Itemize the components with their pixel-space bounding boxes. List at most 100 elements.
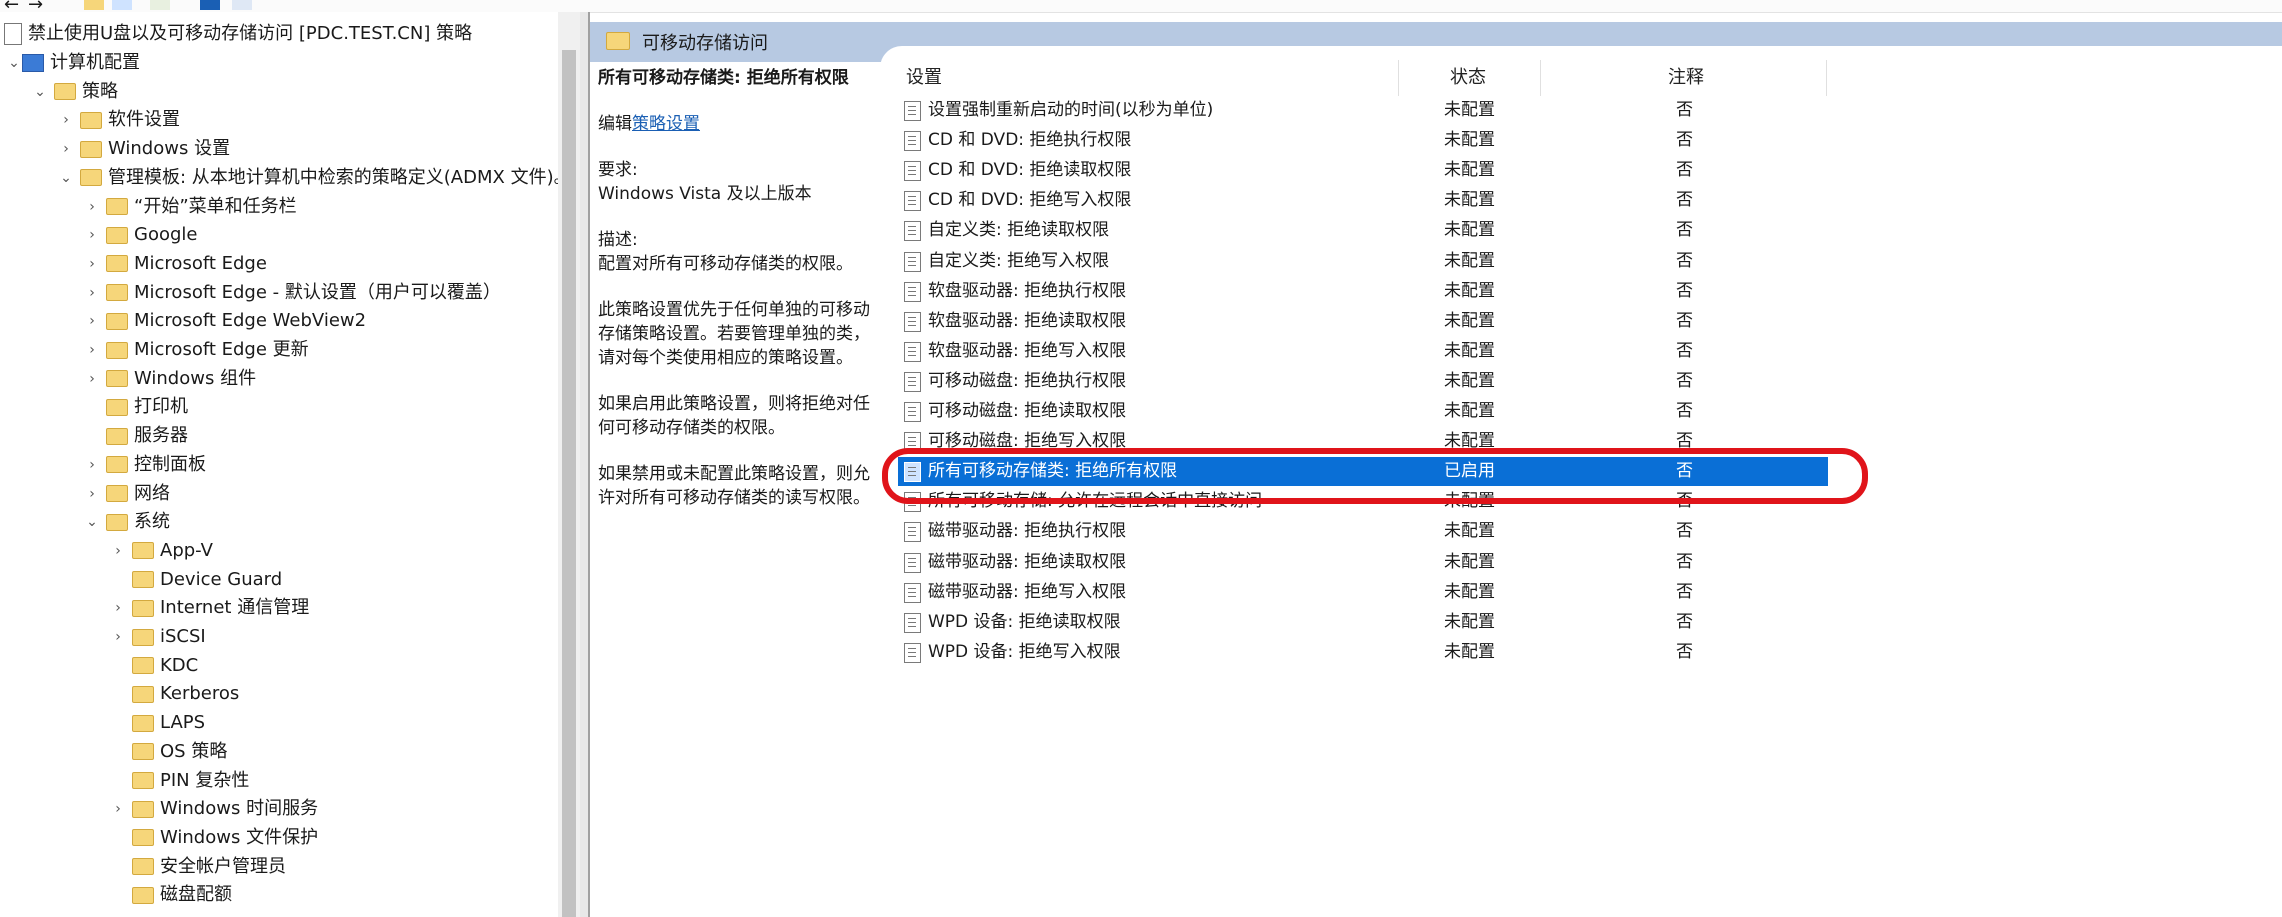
column-separator[interactable]	[1826, 60, 1827, 96]
folder-up-icon[interactable]	[84, 0, 104, 10]
tree-item[interactable]: 服务器	[84, 422, 188, 450]
tree-item[interactable]: › 软件设置	[58, 106, 180, 134]
tree-root[interactable]: 禁止使用U盘以及可移动存储访问 [PDC.TEST.CN] 策略	[4, 20, 472, 48]
chevron-right-icon[interactable]: ›	[58, 106, 74, 134]
tree-item[interactable]: ⌄ 计算机配置	[6, 49, 140, 77]
tree-item[interactable]: OS 策略	[110, 738, 227, 766]
table-row[interactable]: 设置强制重新启动的时间(以秒为单位) 未配置 否	[898, 96, 1828, 125]
tree-item[interactable]: › Google	[84, 221, 197, 249]
table-row[interactable]: 磁带驱动器: 拒绝执行权限 未配置 否	[898, 517, 1828, 546]
column-separator[interactable]	[1398, 60, 1399, 96]
tree-item[interactable]: › Microsoft Edge	[84, 250, 267, 278]
tree-item[interactable]: › Microsoft Edge 更新	[84, 336, 308, 364]
table-row[interactable]: 可移动磁盘: 拒绝读取权限 未配置 否	[898, 397, 1828, 426]
show-hide-tree-icon[interactable]	[112, 0, 132, 10]
chevron-right-icon[interactable]: ›	[110, 537, 126, 565]
table-row[interactable]: WPD 设备: 拒绝写入权限 未配置 否	[898, 638, 1828, 667]
chevron-right-icon[interactable]: ›	[84, 451, 100, 479]
column-separator[interactable]	[1540, 60, 1541, 96]
tree-item[interactable]: › App-V	[110, 537, 213, 565]
tree-item[interactable]: › Windows 组件	[84, 365, 256, 393]
tree-item-label: LAPS	[160, 712, 206, 734]
setting-state: 未配置	[1444, 551, 1495, 572]
chevron-right-icon[interactable]: ›	[110, 795, 126, 823]
chevron-right-icon[interactable]: ›	[84, 279, 100, 307]
table-row[interactable]: 自定义类: 拒绝写入权限 未配置 否	[898, 247, 1828, 276]
description-value: 配置对所有可移动存储类的权限。	[598, 254, 853, 274]
tree-item[interactable]: › Internet 通信管理	[110, 594, 309, 622]
tree-item-label: App-V	[160, 539, 213, 561]
tree-item[interactable]: LAPS	[110, 709, 205, 737]
tree-item[interactable]: › “开始”菜单和任务栏	[84, 193, 296, 221]
table-row[interactable]: 磁带驱动器: 拒绝写入权限 未配置 否	[898, 578, 1828, 607]
chevron-down-icon[interactable]: ⌄	[84, 508, 100, 536]
table-row[interactable]: 软盘驱动器: 拒绝读取权限 未配置 否	[898, 307, 1828, 336]
chevron-right-icon[interactable]: ›	[84, 365, 100, 393]
table-row[interactable]: 磁带驱动器: 拒绝读取权限 未配置 否	[898, 548, 1828, 577]
chevron-right-icon[interactable]: ›	[84, 221, 100, 249]
setting-state: 未配置	[1444, 340, 1495, 361]
tree-item[interactable]: 安全帐户管理员	[110, 853, 286, 881]
chevron-right-icon[interactable]: ›	[110, 594, 126, 622]
edit-policy-link[interactable]: 策略设置	[632, 114, 700, 134]
tree-item[interactable]: PIN 复杂性	[110, 767, 249, 795]
help-icon[interactable]	[200, 0, 220, 10]
tree-item[interactable]: ⌄ 策略	[32, 78, 118, 106]
tree-item[interactable]: 打印机	[84, 393, 188, 421]
setting-state: 未配置	[1444, 581, 1495, 602]
chevron-down-icon[interactable]: ⌄	[32, 78, 48, 106]
table-row[interactable]: 自定义类: 拒绝读取权限 未配置 否	[898, 216, 1828, 245]
chevron-right-icon[interactable]: ›	[84, 250, 100, 278]
tree-item[interactable]: ⌄ 系统	[84, 508, 170, 536]
setting-name: 软盘驱动器: 拒绝写入权限	[928, 340, 1127, 361]
setting-note: 否	[1676, 250, 1693, 271]
export-list-icon[interactable]	[150, 0, 170, 10]
tree-item-label: Device Guard	[160, 568, 283, 590]
tree-scrollbar-thumb[interactable]	[562, 50, 576, 917]
setting-name: 可移动磁盘: 拒绝执行权限	[928, 370, 1127, 391]
tree-item-label: Kerberos	[160, 683, 240, 705]
chevron-right-icon[interactable]: ›	[84, 307, 100, 335]
column-header-note[interactable]: 注释	[1668, 60, 1704, 96]
tree-item[interactable]: › 控制面板	[84, 451, 206, 479]
chevron-right-icon[interactable]: ›	[84, 193, 100, 221]
tree-item[interactable]: › Windows 设置	[58, 135, 230, 163]
policy-setting-icon	[904, 341, 921, 362]
properties-icon[interactable]	[232, 0, 252, 10]
tree-item[interactable]: › Windows 时间服务	[110, 795, 318, 823]
column-header-setting[interactable]: 设置	[906, 60, 942, 96]
tree-item[interactable]: ⌄ 管理模板: 从本地计算机中检索的策略定义(ADMX 文件)。	[58, 164, 558, 192]
chevron-right-icon[interactable]: ›	[110, 623, 126, 651]
table-row[interactable]: CD 和 DVD: 拒绝读取权限 未配置 否	[898, 156, 1828, 185]
tree-item[interactable]: 磁盘配额	[110, 881, 232, 909]
chevron-right-icon[interactable]: ›	[58, 135, 74, 163]
tree-item[interactable]: Kerberos	[110, 680, 239, 708]
back-arrow-icon[interactable]: ←	[4, 0, 24, 15]
table-row[interactable]: 软盘驱动器: 拒绝写入权限 未配置 否	[898, 337, 1828, 366]
tree-item[interactable]: › iSCSI	[110, 623, 206, 651]
chevron-down-icon[interactable]: ⌄	[58, 164, 74, 192]
table-row[interactable]: CD 和 DVD: 拒绝执行权限 未配置 否	[898, 126, 1828, 155]
table-row[interactable]: WPD 设备: 拒绝读取权限 未配置 否	[898, 608, 1828, 637]
table-row[interactable]: CD 和 DVD: 拒绝写入权限 未配置 否	[898, 186, 1828, 215]
table-row[interactable]: 可移动磁盘: 拒绝执行权限 未配置 否	[898, 367, 1828, 396]
column-header-state[interactable]: 状态	[1450, 60, 1486, 96]
chevron-right-icon[interactable]: ›	[84, 336, 100, 364]
tree-item[interactable]: Windows 文件保护	[110, 824, 318, 852]
tree-item[interactable]: › Microsoft Edge WebView2	[84, 307, 366, 335]
chevron-down-icon[interactable]: ⌄	[6, 49, 22, 77]
table-row[interactable]: 软盘驱动器: 拒绝执行权限 未配置 否	[898, 277, 1828, 306]
tree-item[interactable]: › Microsoft Edge - 默认设置（用户可以覆盖）	[84, 279, 501, 307]
tree-item[interactable]: Device Guard	[110, 566, 282, 594]
forward-arrow-icon[interactable]: →	[28, 0, 48, 15]
tree-item[interactable]: KDC	[110, 652, 198, 680]
policy-setting-icon	[904, 191, 921, 212]
folder-icon	[106, 255, 128, 273]
setting-note: 否	[1676, 190, 1693, 211]
requirements-label: 要求:	[598, 160, 638, 180]
tree-item[interactable]: › 网络	[84, 480, 170, 508]
pane-splitter[interactable]	[580, 12, 588, 917]
folder-icon	[132, 800, 154, 818]
folder-icon	[132, 829, 154, 847]
chevron-right-icon[interactable]: ›	[84, 480, 100, 508]
